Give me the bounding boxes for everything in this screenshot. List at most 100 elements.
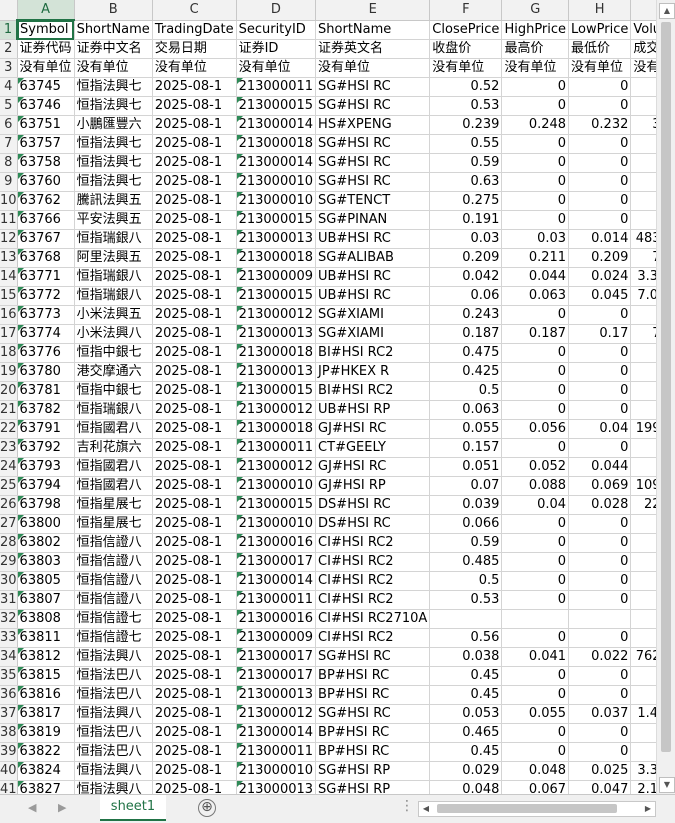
cell-e39[interactable]: BP#HSI RC bbox=[315, 742, 431, 762]
cell-c36[interactable]: 2025-08-1 bbox=[152, 685, 237, 705]
cell-i22[interactable]: 199700 bbox=[630, 419, 656, 439]
cell-i38[interactable] bbox=[630, 723, 656, 743]
cell-h10[interactable]: 0 bbox=[568, 191, 632, 211]
cell-f7[interactable]: 0.55 bbox=[429, 134, 503, 154]
cell-c37[interactable]: 2025-08-1 bbox=[152, 704, 237, 724]
cell-b32[interactable]: 恒指信證七 bbox=[74, 609, 153, 629]
cell-f38[interactable]: 0.465 bbox=[429, 723, 503, 743]
cell-i37[interactable]: 1.41E+ bbox=[630, 704, 656, 724]
cell-e15[interactable]: UB#HSI RC bbox=[315, 286, 431, 306]
cell-f15[interactable]: 0.06 bbox=[429, 286, 503, 306]
cell-h14[interactable]: 0.024 bbox=[568, 267, 632, 287]
cell-h23[interactable]: 0 bbox=[568, 438, 632, 458]
cell-e3[interactable]: 没有单位 bbox=[315, 58, 431, 78]
row-header[interactable]: 21 bbox=[0, 400, 18, 420]
cell-c34[interactable]: 2025-08-1 bbox=[152, 647, 237, 667]
row-header[interactable]: 30 bbox=[0, 571, 18, 591]
cell-e4[interactable]: SG#HSI RC bbox=[315, 77, 431, 97]
cell-c17[interactable]: 2025-08-1 bbox=[152, 324, 237, 344]
cell-c27[interactable]: 2025-08-1 bbox=[152, 514, 237, 534]
cell-d25[interactable]: 213000010 bbox=[236, 476, 317, 496]
cell-b29[interactable]: 恒指信證八 bbox=[74, 552, 153, 572]
cell-g21[interactable]: 0 bbox=[501, 400, 570, 420]
cell-h6[interactable]: 0.232 bbox=[568, 115, 632, 135]
row-header[interactable]: 41 bbox=[0, 780, 18, 794]
row-header[interactable]: 11 bbox=[0, 210, 18, 230]
cell-i31[interactable] bbox=[630, 590, 656, 610]
cell-g14[interactable]: 0.044 bbox=[501, 267, 570, 287]
cell-g23[interactable]: 0 bbox=[501, 438, 570, 458]
row-header[interactable]: 4 bbox=[0, 77, 18, 97]
cell-g17[interactable]: 0.187 bbox=[501, 324, 570, 344]
cell-a16[interactable]: 63773 bbox=[17, 305, 75, 325]
cell-g11[interactable]: 0 bbox=[501, 210, 570, 230]
cell-b40[interactable]: 恒指法興八 bbox=[74, 761, 153, 781]
cell-c18[interactable]: 2025-08-1 bbox=[152, 343, 237, 363]
cell-h29[interactable]: 0 bbox=[568, 552, 632, 572]
cell-g16[interactable]: 0 bbox=[501, 305, 570, 325]
cell-a18[interactable]: 63776 bbox=[17, 343, 75, 363]
cell-d23[interactable]: 213000011 bbox=[236, 438, 317, 458]
cell-d15[interactable]: 213000015 bbox=[236, 286, 317, 306]
cell-d34[interactable]: 213000017 bbox=[236, 647, 317, 667]
cell-b12[interactable]: 恒指瑞銀八 bbox=[74, 229, 153, 249]
cell-g9[interactable]: 0 bbox=[501, 172, 570, 192]
cell-d24[interactable]: 213000012 bbox=[236, 457, 317, 477]
column-header-e[interactable]: E bbox=[315, 0, 431, 21]
cell-a23[interactable]: 63792 bbox=[17, 438, 75, 458]
cell-i23[interactable] bbox=[630, 438, 656, 458]
cell-g38[interactable]: 0 bbox=[501, 723, 570, 743]
row-header[interactable]: 33 bbox=[0, 628, 18, 648]
cell-h18[interactable]: 0 bbox=[568, 343, 632, 363]
cell-a32[interactable]: 63808 bbox=[17, 609, 75, 629]
cell-f2[interactable]: 收盘价 bbox=[429, 39, 503, 59]
column-header-i[interactable]: I bbox=[630, 0, 656, 21]
cell-g13[interactable]: 0.211 bbox=[501, 248, 570, 268]
cell-e26[interactable]: DS#HSI RC bbox=[315, 495, 431, 515]
cell-i33[interactable] bbox=[630, 628, 656, 648]
cell-b28[interactable]: 恒指信證八 bbox=[74, 533, 153, 553]
cell-i34[interactable]: 762800 bbox=[630, 647, 656, 667]
cell-h38[interactable]: 0 bbox=[568, 723, 632, 743]
cell-b8[interactable]: 恒指法興七 bbox=[74, 153, 153, 173]
cell-a1[interactable]: Symbol bbox=[17, 20, 75, 40]
cell-h41[interactable]: 0.047 bbox=[568, 780, 632, 794]
cell-g32[interactable] bbox=[501, 609, 570, 629]
row-header[interactable]: 13 bbox=[0, 248, 18, 268]
column-header-f[interactable]: F bbox=[429, 0, 503, 21]
cell-h17[interactable]: 0.17 bbox=[568, 324, 632, 344]
cell-c12[interactable]: 2025-08-1 bbox=[152, 229, 237, 249]
column-header-b[interactable]: B bbox=[74, 0, 153, 21]
cell-g7[interactable]: 0 bbox=[501, 134, 570, 154]
cell-e16[interactable]: SG#XIAMI bbox=[315, 305, 431, 325]
cell-f30[interactable]: 0.5 bbox=[429, 571, 503, 591]
cell-c33[interactable]: 2025-08-1 bbox=[152, 628, 237, 648]
cell-g19[interactable]: 0 bbox=[501, 362, 570, 382]
cell-e22[interactable]: GJ#HSI RC bbox=[315, 419, 431, 439]
cell-e37[interactable]: SG#HSI RC bbox=[315, 704, 431, 724]
cell-a33[interactable]: 63811 bbox=[17, 628, 75, 648]
cell-e30[interactable]: CI#HSI RC2 bbox=[315, 571, 431, 591]
cell-i39[interactable] bbox=[630, 742, 656, 762]
row-header[interactable]: 5 bbox=[0, 96, 18, 116]
next-sheet-icon[interactable]: ▶ bbox=[58, 801, 66, 814]
cell-e13[interactable]: SG#ALIBAB bbox=[315, 248, 431, 268]
cell-i27[interactable] bbox=[630, 514, 656, 534]
row-header[interactable]: 3 bbox=[0, 58, 18, 78]
cell-e6[interactable]: HS#XPENG bbox=[315, 115, 431, 135]
scroll-left-icon[interactable]: ◀ bbox=[419, 802, 433, 816]
cell-c38[interactable]: 2025-08-1 bbox=[152, 723, 237, 743]
cell-g22[interactable]: 0.056 bbox=[501, 419, 570, 439]
cell-d6[interactable]: 213000014 bbox=[236, 115, 317, 135]
cell-d30[interactable]: 213000014 bbox=[236, 571, 317, 591]
cell-i12[interactable]: 483300 bbox=[630, 229, 656, 249]
cell-e41[interactable]: SG#HSI RP bbox=[315, 780, 431, 794]
cell-b30[interactable]: 恒指信證八 bbox=[74, 571, 153, 591]
cell-h20[interactable]: 0 bbox=[568, 381, 632, 401]
cell-c41[interactable]: 2025-08-1 bbox=[152, 780, 237, 794]
row-header[interactable]: 39 bbox=[0, 742, 18, 762]
cell-b20[interactable]: 恒指中銀七 bbox=[74, 381, 153, 401]
cell-g8[interactable]: 0 bbox=[501, 153, 570, 173]
cell-c31[interactable]: 2025-08-1 bbox=[152, 590, 237, 610]
row-header[interactable]: 25 bbox=[0, 476, 18, 496]
